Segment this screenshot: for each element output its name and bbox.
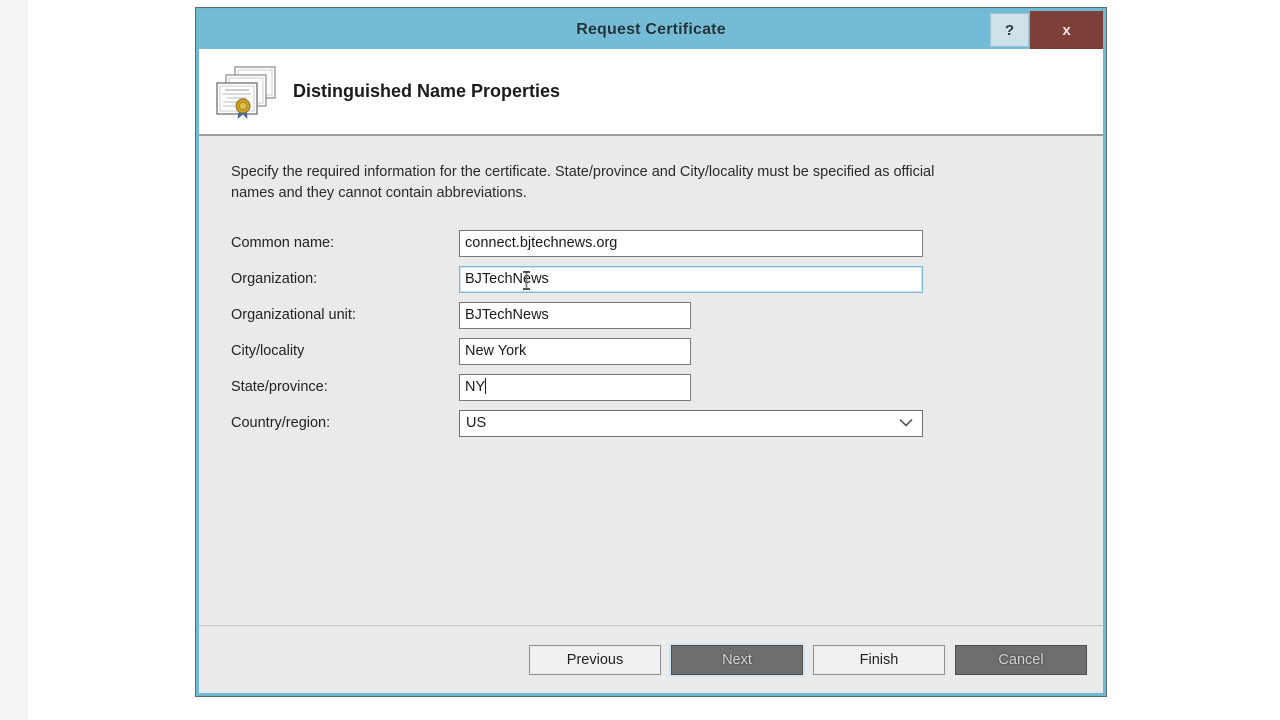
state-province-input[interactable]: NY: [459, 373, 691, 401]
form-row-organizational-unit: Organizational unit: BJTechNews: [231, 297, 1073, 333]
next-button[interactable]: Next: [671, 644, 803, 675]
dialog-body: Specify the required information for the…: [199, 136, 1103, 625]
city-locality-input[interactable]: New York: [459, 337, 691, 365]
form-row-city-locality: City/locality New York: [231, 333, 1073, 369]
previous-button[interactable]: Previous: [529, 644, 661, 675]
common-name-input[interactable]: connect.bjtechnews.org: [459, 229, 923, 257]
screen: Request Certificate ? x Distinguished Na…: [0, 0, 1280, 720]
country-region-select[interactable]: US: [459, 409, 923, 437]
organizational-unit-input[interactable]: BJTechNews: [459, 301, 691, 329]
form-row-state-province: State/province: NY: [231, 369, 1073, 405]
page-title: Distinguished Name Properties: [293, 81, 561, 101]
form-row-organization: Organization: BJTechNews: [231, 261, 1073, 297]
label-organization: Organization:: [231, 271, 318, 288]
instructions-text: Specify the required information for the…: [231, 164, 935, 201]
form-row-country-region: Country/region: US: [231, 405, 1073, 441]
organization-input-value: BJTechNews: [465, 270, 549, 287]
label-state-province: State/province:: [231, 379, 328, 396]
finish-button[interactable]: Finish: [813, 644, 945, 675]
label-country-region: Country/region:: [231, 415, 331, 432]
dialog-footer: Previous Next Finish Cancel: [199, 625, 1103, 693]
window-title: Request Certificate: [576, 21, 726, 38]
country-region-value: US: [466, 415, 487, 432]
cancel-button[interactable]: Cancel: [955, 644, 1087, 675]
organization-input[interactable]: BJTechNews: [459, 265, 923, 293]
label-city-locality: City/locality: [231, 343, 305, 360]
window-controls: ? x: [990, 11, 1103, 49]
certificate-stack-icon: [213, 63, 283, 121]
title-bar: Request Certificate ? x: [199, 11, 1103, 49]
request-certificate-dialog: Request Certificate ? x Distinguished Na…: [196, 8, 1106, 696]
desktop-left-strip: [0, 0, 28, 720]
close-button[interactable]: x: [1030, 11, 1103, 49]
chevron-down-icon[interactable]: [899, 411, 913, 436]
text-caret: [485, 377, 487, 394]
help-button[interactable]: ?: [990, 13, 1029, 47]
form-row-common-name: Common name: connect.bjtechnews.org: [231, 225, 1073, 261]
state-province-input-value: NY: [465, 378, 486, 395]
label-common-name: Common name:: [231, 235, 335, 252]
dialog-header: Distinguished Name Properties: [199, 49, 1103, 136]
label-organizational-unit: Organizational unit:: [231, 307, 356, 324]
